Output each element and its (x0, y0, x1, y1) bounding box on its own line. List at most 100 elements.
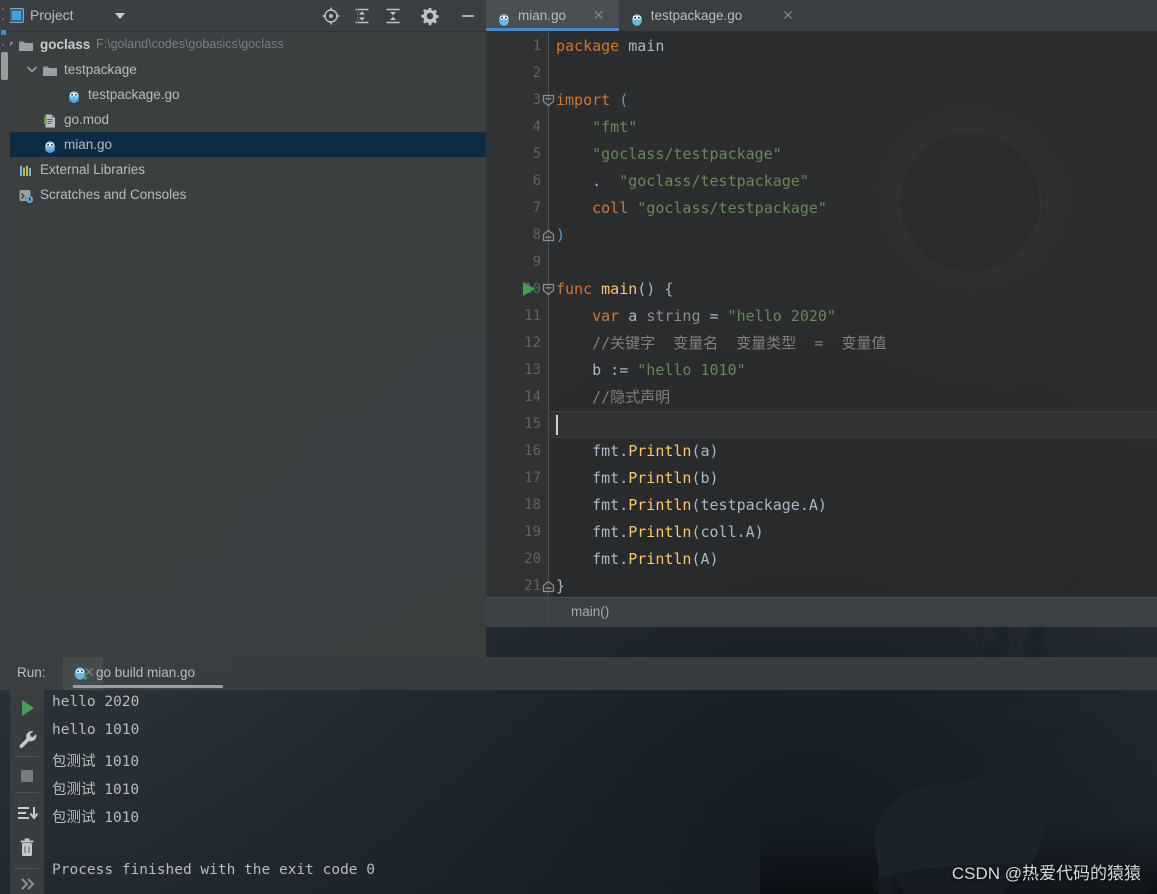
code-token: . (619, 523, 629, 541)
stop-icon[interactable] (13, 762, 41, 790)
editor-error-stripe[interactable] (0, 0, 10, 660)
code-line[interactable]: import ( (556, 87, 628, 114)
go-file-icon (66, 87, 82, 103)
code-token: b := (556, 361, 638, 379)
fold-expanded-icon[interactable] (542, 283, 555, 296)
code-token: var (556, 307, 629, 325)
code-editor[interactable]: 12345678910111213141516171819202122 main… (486, 31, 1157, 627)
tree-item-label: goclass (40, 37, 91, 52)
tree-item-mian-go[interactable]: mian.go (0, 132, 486, 157)
run-configuration-label: go build mian.go (96, 665, 196, 680)
code-token: A) (745, 523, 764, 541)
locate-file-icon[interactable] (321, 6, 341, 26)
code-token: Println (628, 469, 692, 487)
fold-collapsed-icon[interactable] (542, 580, 555, 593)
tree-item-external-libraries[interactable]: External Libraries (0, 157, 486, 182)
expand-all-icon[interactable] (352, 6, 372, 26)
code-token: "goclass/testpackage" (637, 199, 827, 217)
code-line[interactable]: ) (556, 222, 565, 249)
code-line[interactable]: //隐式声明 (556, 384, 670, 411)
code-line[interactable]: func main() { (556, 276, 673, 303)
run-console-output[interactable]: hello 2020 hello 1010 包测试 1010 包测试 1010 包测试 … (44, 690, 1157, 894)
code-line[interactable]: package main (556, 33, 664, 60)
line-number: 10 (524, 281, 541, 297)
code-token: package (556, 37, 629, 55)
editor-scrollbar[interactable] (1131, 31, 1157, 627)
current-line-highlight (549, 411, 1157, 438)
project-tree[interactable]: goclass F:\goland\codes\gobasics\goclass t… (0, 32, 486, 658)
go-file-icon (496, 7, 512, 26)
code-line[interactable]: b := "hello 1010" (556, 357, 746, 384)
line-number: 13 (524, 362, 541, 378)
close-icon[interactable]: ✕ (593, 0, 605, 31)
line-number: 1 (532, 38, 541, 54)
code-line[interactable]: "goclass/testpackage" (556, 141, 782, 168)
code-line[interactable]: fmt.Println(b) (556, 465, 719, 492)
run-gutter-icon[interactable] (523, 282, 535, 296)
stripe-marker-error (2, 18, 4, 20)
stripe-marker-error (2, 8, 4, 10)
fold-collapsed-icon[interactable] (542, 229, 555, 242)
stripe-scroll-thumb[interactable] (1, 52, 8, 80)
chevron-down-icon[interactable] (115, 13, 125, 19)
editor-tab-mian-go[interactable]: mian.go ✕ (486, 0, 619, 31)
code-token: ( (619, 91, 629, 109)
fold-expanded-icon[interactable] (542, 94, 555, 107)
code-token: fmt (556, 496, 620, 514)
code-token: //关键字 变量名 变量类型 = 变量值 (556, 334, 887, 352)
code-line[interactable]: coll "goclass/testpackage" (556, 195, 827, 222)
code-token: "hello 1010" (637, 361, 746, 379)
code-token: . (556, 172, 620, 190)
code-line[interactable]: } (556, 573, 565, 600)
line-number: 18 (524, 497, 541, 513)
code-line[interactable]: var a string = "hello 2020" (556, 303, 836, 330)
line-number: 17 (524, 470, 541, 486)
code-token: coll (556, 199, 638, 217)
minimize-icon[interactable] (458, 6, 478, 26)
code-token: fmt (556, 469, 620, 487)
code-token: //隐式声明 (556, 388, 671, 406)
wrench-icon[interactable] (13, 726, 41, 754)
code-line[interactable]: fmt.Println(a) (556, 438, 718, 465)
code-token: "goclass/testpackage" (619, 172, 809, 190)
code-token: fmt (556, 550, 620, 568)
code-token: A) (808, 496, 827, 514)
code-token: (b) (691, 469, 719, 487)
project-panel-header: Project (0, 0, 486, 32)
scroll-to-end-icon[interactable] (13, 800, 41, 828)
close-icon[interactable]: ✕ (83, 664, 95, 681)
code-token: "hello 2020" (727, 307, 836, 325)
code-line[interactable]: "fmt" (556, 114, 637, 141)
tree-item-go-mod[interactable]: go.mod (0, 107, 486, 132)
collapse-all-icon[interactable] (383, 6, 403, 26)
code-line[interactable]: fmt.Println(coll.A) (556, 519, 764, 546)
editor-tab-testpackage-go[interactable]: testpackage.go ✕ (619, 0, 808, 31)
code-token: "fmt" (556, 118, 638, 136)
code-line[interactable]: fmt.Println(testpackage.A) (556, 492, 827, 519)
gear-icon[interactable] (420, 6, 440, 26)
console-output-line: 包测试 1010 (52, 754, 140, 770)
breadcrumb[interactable]: main() (486, 597, 1157, 627)
code-line[interactable]: fmt.Println(A) (556, 546, 718, 573)
run-panel-header: Run: go build mian.go ✕ (0, 657, 1157, 690)
tree-item-scratches-and-consoles[interactable]: Scratches and Consoles (0, 182, 486, 207)
code-line[interactable]: //关键字 变量名 变量类型 = 变量值 (556, 330, 886, 357)
close-icon[interactable]: ✕ (782, 0, 794, 31)
chevron-down-icon[interactable] (26, 57, 38, 82)
more-icon[interactable] (13, 870, 41, 894)
scratches-icon (18, 187, 34, 204)
line-number: 3 (532, 92, 541, 108)
tree-item-testpackage-go[interactable]: testpackage.go (0, 82, 486, 107)
trash-icon[interactable] (13, 834, 41, 862)
editor-gutter[interactable]: 12345678910111213141516171819202122 (486, 31, 549, 627)
tree-item-testpackage[interactable]: testpackage (0, 57, 486, 82)
tree-item-goclass[interactable]: goclass F:\goland\codes\gobasics\goclass (0, 32, 486, 57)
code-token: . (619, 550, 629, 568)
text-caret (556, 415, 558, 435)
code-token: string (646, 307, 710, 325)
code-line[interactable]: . "goclass/testpackage" (556, 168, 809, 195)
line-number: 21 (524, 578, 541, 594)
rerun-icon[interactable] (13, 694, 41, 722)
run-configuration-tab[interactable]: go build mian.go ✕ (63, 657, 223, 690)
line-number: 16 (524, 443, 541, 459)
